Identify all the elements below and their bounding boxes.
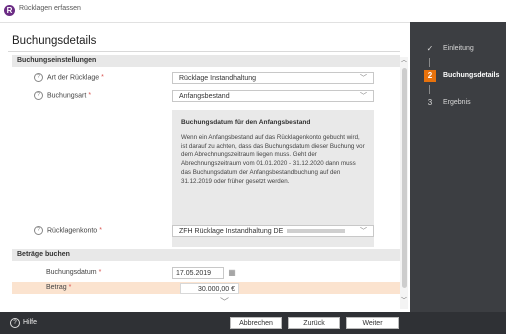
window-title: Rücklagen erfassen (19, 5, 81, 12)
field-label-art: ? Art der Rücklage * (34, 73, 104, 82)
help-circle-icon[interactable]: ? (34, 91, 43, 100)
page-title: Buchungsdetails (12, 35, 97, 47)
step-label: Buchungsdetails (443, 72, 500, 79)
masked-iban (287, 229, 346, 234)
step-number-badge: 2 (424, 70, 436, 82)
betrag-input[interactable]: 30.000,00 € (180, 283, 239, 294)
step-label: Ergebnis (443, 99, 471, 106)
cancel-button[interactable]: Abbrechen (230, 317, 282, 329)
step-number: 3 (427, 98, 433, 107)
field-label-buchungsart: ? Buchungsart * (34, 91, 91, 100)
scroll-down-icon[interactable]: ﹀ (400, 297, 408, 305)
help-link[interactable]: ? Hilfe (10, 318, 37, 328)
help-circle-icon[interactable]: ? (34, 73, 43, 82)
step-connector (429, 85, 430, 94)
section-header-settings: Buchungseinstellungen (12, 55, 400, 67)
footer-bar: ? Hilfe Abbrechen Zurück Weiter (0, 312, 506, 334)
back-button[interactable]: Zurück (288, 317, 340, 329)
buchungsart-select-value: Anfangsbestand (179, 93, 230, 100)
info-box-text: Wenn ein Anfangsbestand auf das Rücklage… (181, 133, 365, 185)
buchungsart-select[interactable]: Anfangsbestand ﹀ (172, 90, 374, 102)
wizard-steps: ✓ Einleitung 2 Buchungsdetails 3 Ergebni… (410, 22, 506, 312)
konto-select[interactable]: ZFH Rücklage Instandhaltung DE ﹀ (172, 225, 374, 237)
main-panel: Buchungsdetails Buchungseinstellungen ? A… (8, 30, 400, 312)
expand-chevron-icon[interactable]: ﹀ (220, 295, 229, 308)
step-connector (429, 58, 430, 67)
step-einleitung[interactable]: ✓ Einleitung (410, 41, 506, 57)
field-label-datum: Buchungsdatum * (46, 269, 102, 276)
scroll-up-icon[interactable]: ︿ (400, 57, 408, 65)
check-icon: ✓ (426, 44, 434, 53)
help-circle-icon[interactable]: ? (34, 226, 43, 235)
buchungsdatum-input[interactable]: 17.05.2019 (172, 267, 224, 279)
art-select[interactable]: Rücklage Instandhaltung ﹀ (172, 72, 374, 84)
art-select-value: Rücklage Instandhaltung (179, 75, 257, 82)
question-circle-icon: ? (10, 318, 20, 328)
field-label-konto: ? Rücklagenkonto * (34, 226, 102, 235)
next-button[interactable]: Weiter (346, 317, 399, 329)
title-divider (8, 51, 400, 52)
scrollbar-thumb[interactable] (402, 68, 407, 288)
step-ergebnis[interactable]: 3 Ergebnis (410, 95, 506, 111)
info-box-title: Buchungsdatum für den Anfangsbestand (181, 119, 311, 126)
step-label: Einleitung (443, 45, 474, 52)
step-buchungsdetails[interactable]: 2 Buchungsdetails (410, 68, 506, 84)
chevron-down-icon: ﹀ (360, 75, 367, 82)
chevron-down-icon: ﹀ (360, 228, 367, 235)
field-label-betrag: Betrag * (46, 284, 72, 291)
section-header-amounts: Beträge buchen (12, 249, 400, 261)
title-bar: R Rücklagen erfassen (0, 0, 506, 23)
app-logo-icon: R (4, 5, 15, 16)
konto-select-value: ZFH Rücklage Instandhaltung DE (179, 228, 284, 235)
calendar-icon[interactable]: ▦ (225, 267, 239, 279)
chevron-down-icon: ﹀ (360, 93, 367, 100)
